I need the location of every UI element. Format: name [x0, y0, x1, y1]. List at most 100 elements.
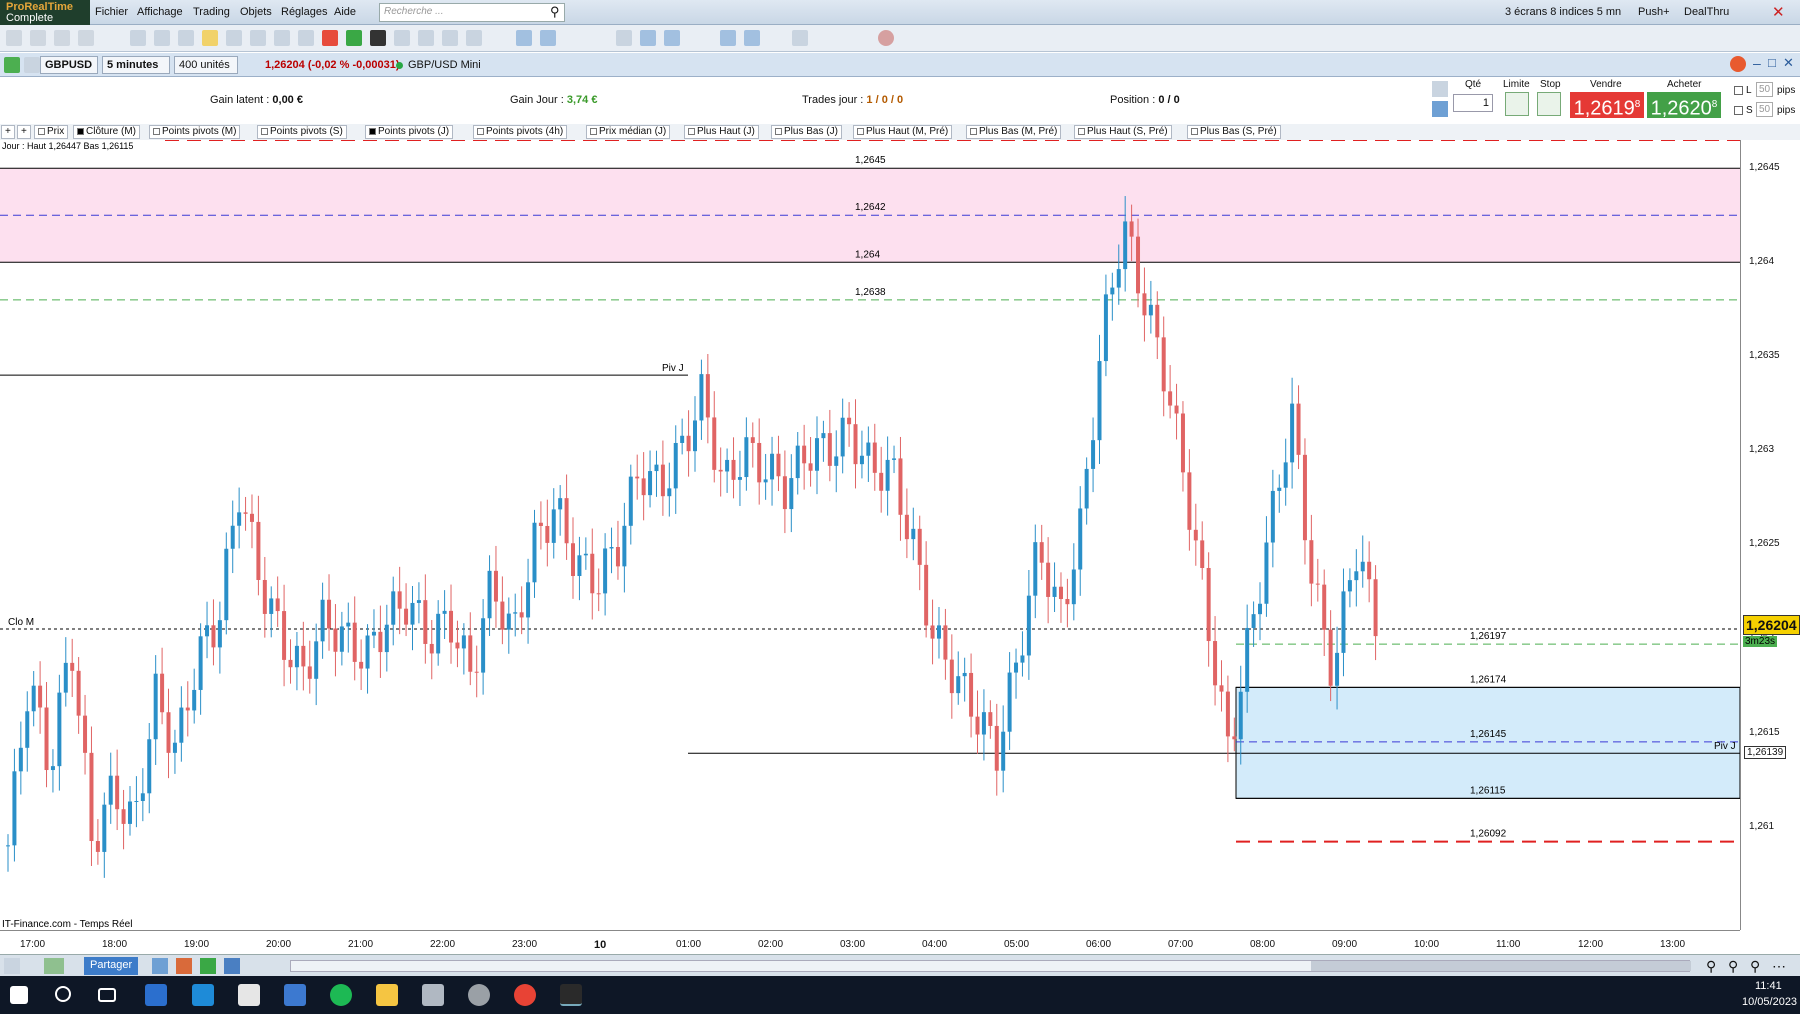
minimize-icon[interactable]: –	[1753, 55, 1761, 71]
indicator-tab-9[interactable]: Plus Haut (M, Pré)	[853, 125, 953, 139]
copy-icon[interactable]	[178, 30, 194, 46]
maximize-icon[interactable]: □	[1768, 55, 1776, 70]
indicator-tab-1[interactable]: Clôture (M)	[73, 125, 141, 139]
l-checkbox[interactable]	[1734, 86, 1743, 95]
dealthru-button[interactable]: DealThru	[1684, 6, 1729, 18]
buy-button[interactable]: 1,26208	[1647, 92, 1721, 120]
cycle-icon[interactable]	[744, 30, 760, 46]
screens-label[interactable]: 3 écrans 8 indices 5 mn	[1505, 6, 1621, 18]
pitchfork-icon[interactable]	[720, 30, 736, 46]
workspace-icon[interactable]	[224, 958, 240, 974]
task-view-icon[interactable]	[98, 988, 116, 1002]
indicator-checkbox[interactable]	[1191, 127, 1198, 135]
calendar-icon[interactable]	[284, 984, 306, 1006]
add-indicator-button[interactable]: +	[1, 125, 15, 139]
pencil-icon[interactable]	[6, 30, 22, 46]
indicator-checkbox[interactable]	[77, 127, 84, 135]
more-icon[interactable]: ⋯	[1772, 958, 1786, 975]
indicator-tab-10[interactable]: Plus Bas (M, Pré)	[966, 125, 1062, 139]
menu-trading[interactable]: Trading	[193, 6, 230, 18]
units-select[interactable]: 400 unités	[174, 56, 238, 74]
scrollbar-thumb[interactable]	[1311, 961, 1691, 971]
paint-icon[interactable]	[468, 984, 490, 1006]
l-pips-input[interactable]: 50	[1756, 82, 1774, 97]
indicator-icon[interactable]	[4, 958, 20, 974]
timeframe-select[interactable]: 5 minutes	[102, 56, 170, 74]
calculator-app-icon[interactable]	[422, 984, 444, 1006]
link-icon[interactable]	[274, 30, 290, 46]
calculator-icon[interactable]	[1432, 101, 1448, 117]
screen-icon[interactable]	[152, 958, 168, 974]
menu-affichage[interactable]: Affichage	[137, 6, 183, 18]
price-axis[interactable]: 1,26451,2641,26351,2631,26251,2621,26151…	[1740, 140, 1800, 930]
add-indicator-button-2[interactable]: +	[17, 125, 31, 139]
chrome-icon[interactable]	[514, 984, 536, 1006]
indicator-tab-5[interactable]: Points pivots (4h)	[473, 125, 568, 139]
indicator-tab-4[interactable]: Points pivots (J)	[365, 125, 454, 139]
up-arrow-icon[interactable]	[346, 30, 362, 46]
alert-icon[interactable]	[202, 30, 218, 46]
add-chart-icon[interactable]	[44, 958, 64, 974]
time-axis[interactable]: 17:00 18:00 19:00 20:00 21:00 22:00 23:00 10 01:…	[0, 930, 1740, 954]
chart-type-icon[interactable]	[4, 57, 20, 73]
windows-start-icon[interactable]	[10, 986, 28, 1004]
search-input[interactable]: Recherche ...	[379, 3, 565, 22]
indicator-checkbox[interactable]	[261, 127, 268, 135]
s-checkbox[interactable]	[1734, 106, 1743, 115]
stop-order-icon[interactable]	[1537, 92, 1561, 116]
zoom-out-icon[interactable]: ⚲	[1728, 958, 1738, 975]
price-chart[interactable]: 1,2645 1,2642 1,264 1,2638 1,26197 1,26174 1,2…	[0, 140, 1740, 930]
settings-icon[interactable]	[878, 30, 894, 46]
prorealtime-icon[interactable]	[560, 984, 582, 1006]
trash-icon[interactable]	[226, 30, 242, 46]
indicator-checkbox[interactable]	[688, 127, 695, 135]
indicator-tab-8[interactable]: Plus Bas (J)	[771, 125, 842, 139]
indicator-tab-3[interactable]: Points pivots (S)	[257, 125, 347, 139]
limit-order-icon[interactable]	[1505, 92, 1529, 116]
zoom-fit-icon[interactable]: ⚲	[1706, 958, 1716, 975]
right-arrow-icon[interactable]	[370, 30, 386, 46]
indicator-checkbox[interactable]	[970, 127, 977, 135]
indicator-checkbox[interactable]	[153, 127, 160, 135]
search-icon[interactable]: ⚲	[550, 4, 560, 20]
share-button[interactable]: Partager	[84, 957, 139, 975]
text-icon[interactable]	[616, 30, 632, 46]
channel-icon[interactable]	[466, 30, 482, 46]
cursor-icon[interactable]	[30, 30, 46, 46]
indicator-tab-12[interactable]: Plus Bas (S, Pré)	[1187, 125, 1281, 139]
indicator-checkbox[interactable]	[775, 127, 782, 135]
line-icon[interactable]	[418, 30, 434, 46]
gann-icon[interactable]	[540, 30, 556, 46]
store-icon[interactable]	[192, 984, 214, 1006]
arrow-icon[interactable]	[250, 30, 266, 46]
down-arrow-icon[interactable]	[322, 30, 338, 46]
indicator-checkbox[interactable]	[477, 127, 484, 135]
rectangle-icon[interactable]	[640, 30, 656, 46]
word-icon[interactable]	[145, 984, 167, 1006]
explorer-icon[interactable]	[376, 984, 398, 1006]
s-pips-input[interactable]: 50	[1756, 102, 1774, 117]
indicator-tab-7[interactable]: Plus Haut (J)	[684, 125, 759, 139]
indicator-checkbox[interactable]	[590, 127, 597, 135]
fibonacci-icon[interactable]	[516, 30, 532, 46]
zoom-in-icon[interactable]: ⚲	[1750, 958, 1760, 975]
refresh-icon[interactable]	[1730, 56, 1746, 72]
note-icon[interactable]	[792, 30, 808, 46]
indicator-checkbox[interactable]	[857, 127, 864, 135]
horizontal-scrollbar[interactable]	[290, 960, 1691, 972]
indicator-checkbox[interactable]	[369, 127, 376, 135]
spotify-icon[interactable]	[330, 984, 352, 1006]
indicator-checkbox[interactable]	[38, 127, 45, 135]
qty-input[interactable]: 1	[1453, 94, 1493, 112]
ruler-icon[interactable]	[78, 30, 94, 46]
indicator-checkbox[interactable]	[1078, 127, 1085, 135]
grid-icon[interactable]	[200, 958, 216, 974]
ellipse-icon[interactable]	[664, 30, 680, 46]
tools-icon[interactable]	[130, 30, 146, 46]
lock-icon[interactable]	[24, 57, 40, 73]
menu-reglages[interactable]: Réglages	[281, 6, 327, 18]
zoom-icon[interactable]	[54, 30, 70, 46]
segment-icon[interactable]	[298, 30, 314, 46]
menu-objets[interactable]: Objets	[240, 6, 272, 18]
folder-icon[interactable]	[238, 984, 260, 1006]
